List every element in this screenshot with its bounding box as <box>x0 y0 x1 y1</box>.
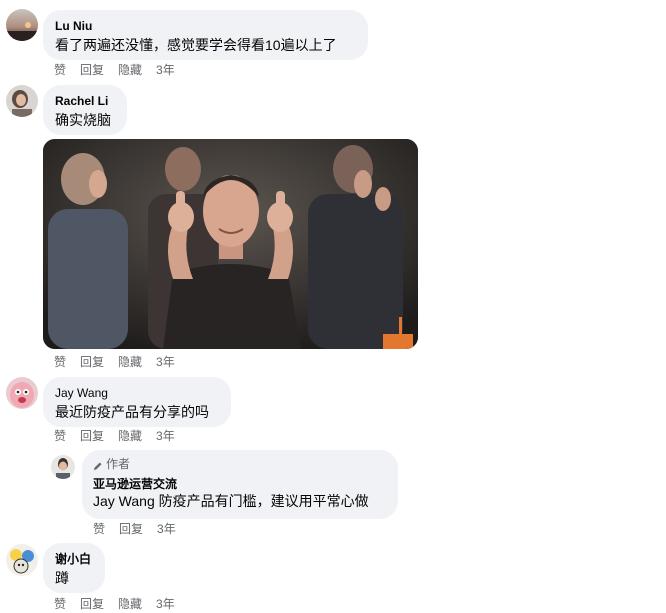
author-badge: 作者 <box>93 457 387 472</box>
comment-actions: 赞 回复 隐藏 3年 <box>54 63 175 77</box>
reply-text: Jay Wang 防疫产品有门槛，建议用平常心做 <box>93 492 387 510</box>
avatar-rachel-li[interactable] <box>6 85 38 117</box>
comment-text: 最近防疫产品有分享的吗 <box>55 404 209 420</box>
comment-bubble: Lu Niu 看了两遍还没懂，感觉要学会得看10遍以上了 <box>43 10 368 60</box>
comment-author[interactable]: Jay Wang <box>55 385 219 401</box>
hide-button[interactable]: 隐藏 <box>118 429 142 443</box>
avatar-jay-wang[interactable] <box>6 377 38 409</box>
timestamp[interactable]: 3年 <box>156 429 175 443</box>
timestamp[interactable]: 3年 <box>156 597 175 611</box>
comment-bubble: Rachel Li 确实烧脑 <box>43 85 127 135</box>
avatar-page-author[interactable] <box>51 455 75 479</box>
reply-button[interactable]: 回复 <box>80 63 104 77</box>
comment-text: 确实烧脑 <box>55 112 111 128</box>
reply-button[interactable]: 回复 <box>80 355 104 369</box>
author-badge-label: 作者 <box>106 457 131 471</box>
like-button[interactable]: 赞 <box>54 429 66 443</box>
comment-author[interactable]: Lu Niu <box>55 18 356 34</box>
avatar-lu-niu[interactable] <box>6 9 38 41</box>
timestamp[interactable]: 3年 <box>156 355 175 369</box>
hide-button[interactable]: 隐藏 <box>118 597 142 611</box>
reply-button[interactable]: 回复 <box>80 597 104 611</box>
hide-button[interactable]: 隐藏 <box>118 355 142 369</box>
reply-button[interactable]: 回复 <box>80 429 104 443</box>
comment-actions: 赞 回复 隐藏 3年 <box>54 355 175 369</box>
comment-bubble: Jay Wang 最近防疫产品有分享的吗 <box>43 377 231 427</box>
reply-text-body: 防疫产品有门槛，建议用平常心做 <box>154 493 369 509</box>
like-button[interactable]: 赞 <box>54 63 66 77</box>
like-button[interactable]: 赞 <box>54 355 66 369</box>
like-button[interactable]: 赞 <box>54 597 66 611</box>
comment-actions: 赞 回复 隐藏 3年 <box>54 597 175 611</box>
comment-author[interactable]: Rachel Li <box>55 93 115 109</box>
comment-actions: 赞 回复 隐藏 3年 <box>54 429 175 443</box>
avatar-xie-xiaobai[interactable] <box>6 544 38 576</box>
pencil-icon <box>93 460 103 470</box>
reply-button[interactable]: 回复 <box>119 522 143 536</box>
hide-button[interactable]: 隐藏 <box>118 63 142 77</box>
comment-author[interactable]: 谢小白 <box>55 551 93 567</box>
timestamp[interactable]: 3年 <box>156 63 175 77</box>
comment-text: 看了两遍还没懂，感觉要学会得看10遍以上了 <box>55 37 337 53</box>
timestamp[interactable]: 3年 <box>157 522 176 536</box>
like-button[interactable]: 赞 <box>93 522 105 536</box>
comment-bubble: 谢小白 蹲 <box>43 543 105 593</box>
reply-actions: 赞 回复 3年 <box>93 522 176 536</box>
mention-link[interactable]: Jay Wang <box>93 493 155 509</box>
comment-text: 蹲 <box>55 570 69 586</box>
reply-author[interactable]: 亚马逊运营交流 <box>93 476 387 492</box>
reply-bubble: 作者 亚马逊运营交流 Jay Wang 防疫产品有门槛，建议用平常心做 <box>82 450 398 519</box>
gif-attachment[interactable] <box>43 139 418 349</box>
